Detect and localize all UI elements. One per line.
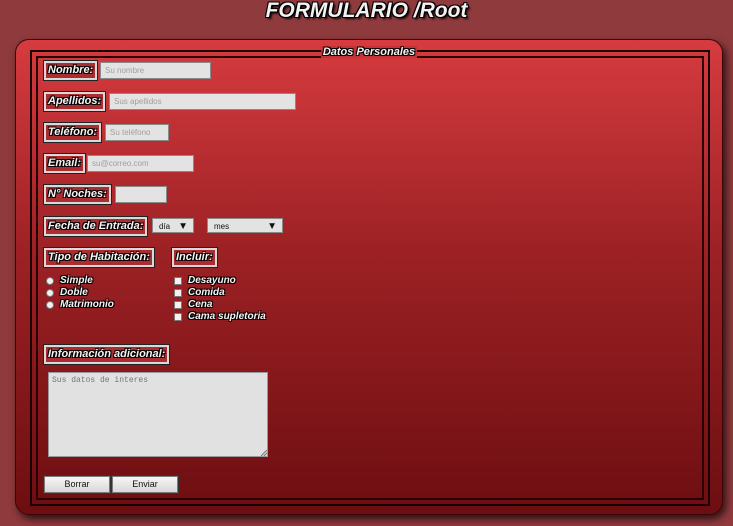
checkbox-cena[interactable] — [174, 301, 182, 309]
checkbox-desayuno-label: Desayuno — [188, 275, 236, 286]
apellidos-label: Apellidos: — [42, 91, 107, 112]
info-textarea[interactable] — [48, 372, 268, 457]
incluir-label: Incluir: — [171, 247, 218, 268]
mes-select[interactable]: mes ▼ — [207, 218, 283, 233]
checkbox-comida-label: Comida — [188, 287, 225, 298]
checkbox-cena-label: Cena — [188, 299, 213, 310]
apellidos-input[interactable] — [109, 93, 296, 110]
radio-doble[interactable] — [46, 289, 54, 297]
legend-text: Datos Personales — [320, 46, 418, 58]
noches-label: N° Noches: — [43, 184, 112, 205]
checkbox-comida[interactable] — [174, 289, 182, 297]
radio-doble-label: Doble — [60, 287, 88, 298]
checkbox-desayuno[interactable] — [174, 277, 182, 285]
mes-select-value: mes — [214, 222, 230, 231]
mes-dropdown-arrow-icon: ▼ — [267, 221, 277, 232]
telefono-input[interactable] — [105, 124, 169, 141]
nombre-input[interactable] — [100, 62, 211, 79]
radio-simple[interactable] — [46, 277, 54, 285]
info-label: Información adicional: — [42, 344, 171, 365]
telefono-label: Teléfono: — [42, 122, 103, 143]
email-input[interactable] — [87, 155, 194, 172]
checkbox-cama-supletoria-label: Cama supletoria — [188, 311, 266, 322]
enviar-button[interactable]: Enviar — [111, 475, 179, 494]
radio-simple-label: Simple — [60, 275, 93, 286]
dia-dropdown-arrow-icon: ▼ — [178, 221, 188, 232]
noches-input[interactable] — [115, 186, 167, 203]
radio-matrimonio[interactable] — [46, 301, 54, 309]
page-title: FORMULARIO /Root — [265, 0, 468, 22]
borrar-button[interactable]: Borrar — [43, 475, 111, 494]
fecha-label: Fecha de Entrada: — [42, 216, 149, 237]
nombre-label: Nombre: — [42, 60, 99, 81]
checkbox-cama-supletoria[interactable] — [174, 313, 182, 321]
fieldset-legend: Datos Personales — [16, 46, 722, 58]
habitacion-label: Tipo de Habitación: — [43, 247, 155, 268]
email-label: Email: — [42, 153, 87, 174]
textarea-resize-grip-icon[interactable] — [261, 450, 267, 456]
dia-select-value: día — [159, 222, 171, 231]
radio-matrimonio-label: Matrimonio — [60, 299, 114, 310]
dia-select[interactable]: día ▼ — [152, 218, 194, 233]
